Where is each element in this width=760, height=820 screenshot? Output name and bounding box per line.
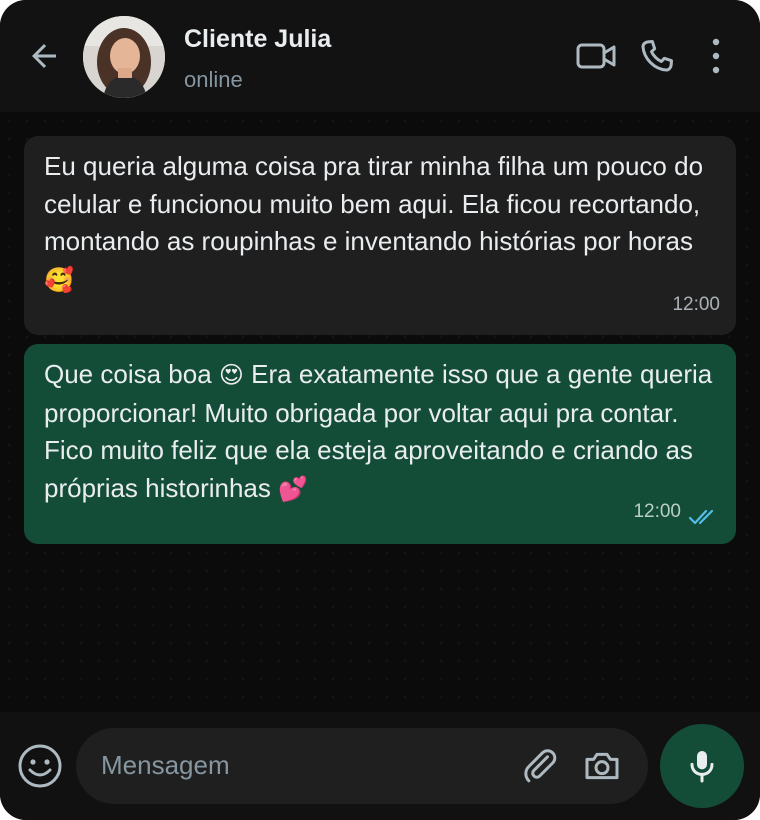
composer-bar: Mensagem — [0, 712, 760, 820]
heart-eyes-emoji: 😍 — [218, 361, 244, 389]
more-options-icon[interactable] — [702, 36, 730, 76]
message-text: Eu queria alguma coisa pra tirar minha f… — [44, 151, 704, 256]
attach-icon[interactable] — [520, 746, 560, 786]
message-bubble-outgoing[interactable]: Que coisa boa 😍 Era exatamente isso que … — [24, 344, 736, 544]
message-time: 12:00 — [633, 500, 681, 522]
emoji-icon[interactable] — [16, 742, 64, 790]
smiling-hearts-emoji: 🥰 — [44, 265, 74, 294]
voice-message-button[interactable] — [660, 724, 744, 808]
chat-screen: Cliente Julia online Eu queria alguma co… — [0, 0, 760, 820]
mic-icon — [690, 751, 714, 783]
message-input-placeholder: Mensagem — [101, 750, 230, 780]
avatar-photo — [83, 16, 165, 98]
camera-icon[interactable] — [582, 746, 622, 786]
message-text-wrapper: Que coisa boa 😍 Era exatamente isso que … — [44, 356, 716, 508]
chat-header: Cliente Julia online — [0, 0, 760, 112]
avatar[interactable] — [83, 16, 165, 98]
message-text-start: Que coisa boa — [44, 359, 212, 389]
contact-status: online — [184, 67, 243, 92]
read-double-check-icon — [688, 509, 714, 525]
contact-name[interactable]: Cliente Julia — [184, 25, 331, 54]
message-text-wrapper: Eu queria alguma coisa pra tirar minha f… — [44, 148, 716, 299]
message-time: 12:00 — [672, 293, 720, 315]
video-call-icon[interactable] — [576, 40, 616, 72]
back-arrow-icon[interactable] — [26, 38, 62, 74]
phone-icon[interactable] — [637, 36, 677, 76]
two-hearts-emoji: 💕 — [278, 474, 309, 503]
message-input[interactable]: Mensagem — [76, 728, 648, 804]
message-bubble-incoming[interactable]: Eu queria alguma coisa pra tirar minha f… — [24, 136, 736, 335]
message-list[interactable]: Eu queria alguma coisa pra tirar minha f… — [0, 112, 760, 712]
